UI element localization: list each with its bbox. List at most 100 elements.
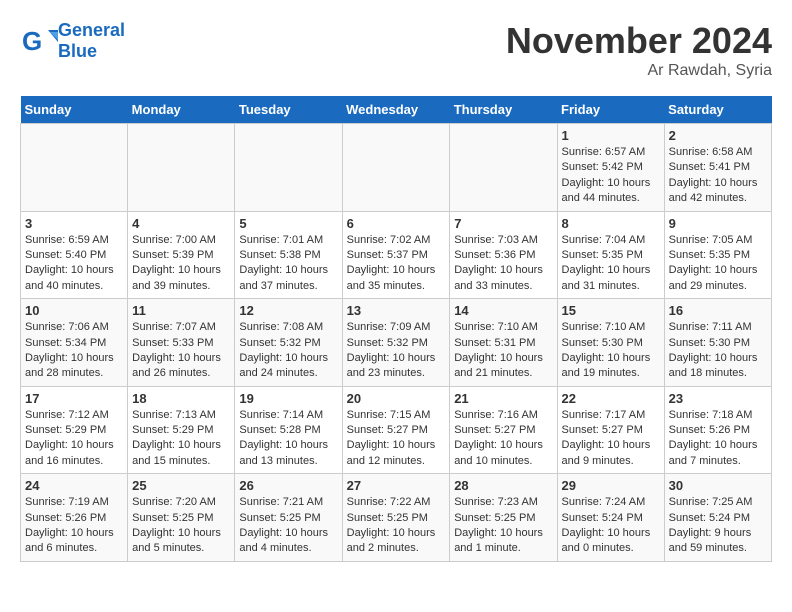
- calendar-cell: 10 Sunrise: 7:06 AM Sunset: 5:34 PM Dayli…: [21, 299, 128, 387]
- day-info: Sunrise: 7:11 AM Sunset: 5:30 PM Dayligh…: [669, 320, 767, 382]
- day-info: Sunrise: 7:12 AM Sunset: 5:29 PM Dayligh…: [25, 408, 123, 470]
- calendar-week-row: 17 Sunrise: 7:12 AM Sunset: 5:29 PM Dayli…: [21, 386, 772, 474]
- calendar-cell: 25 Sunrise: 7:20 AM Sunset: 5:25 PM Dayli…: [128, 474, 235, 562]
- title-block: November 2024 Ar Rawdah, Syria: [506, 20, 772, 80]
- weekday-header-wednesday: Wednesday: [342, 96, 450, 124]
- day-info: Sunrise: 7:06 AM Sunset: 5:34 PM Dayligh…: [25, 320, 123, 382]
- day-number: 26: [239, 478, 337, 493]
- calendar-cell: [128, 124, 235, 212]
- calendar-table: SundayMondayTuesdayWednesdayThursdayFrid…: [20, 96, 772, 562]
- day-number: 4: [132, 216, 230, 231]
- day-number: 8: [562, 216, 660, 231]
- day-info: Sunrise: 7:08 AM Sunset: 5:32 PM Dayligh…: [239, 320, 337, 382]
- day-number: 16: [669, 303, 767, 318]
- calendar-cell: [342, 124, 450, 212]
- day-number: 30: [669, 478, 767, 493]
- calendar-cell: [450, 124, 557, 212]
- calendar-week-row: 24Sunrise: 7:19 AM Sunset: 5:26 PM Dayli…: [21, 474, 772, 562]
- calendar-cell: 27 Sunrise: 7:22 AM Sunset: 5:25 PM Dayli…: [342, 474, 450, 562]
- calendar-cell: 22 Sunrise: 7:17 AM Sunset: 5:27 PM Dayli…: [557, 386, 664, 474]
- svg-text:G: G: [22, 26, 42, 56]
- day-info: Sunrise: 7:16 AM Sunset: 5:27 PM Dayligh…: [454, 408, 552, 470]
- day-number: 24: [25, 478, 123, 493]
- header-row: SundayMondayTuesdayWednesdayThursdayFrid…: [21, 96, 772, 124]
- calendar-cell: 4 Sunrise: 7:00 AM Sunset: 5:39 PM Daylig…: [128, 211, 235, 299]
- calendar-cell: 18 Sunrise: 7:13 AM Sunset: 5:29 PM Dayli…: [128, 386, 235, 474]
- day-info: Sunrise: 7:14 AM Sunset: 5:28 PM Dayligh…: [239, 408, 337, 470]
- calendar-cell: 23 Sunrise: 7:18 AM Sunset: 5:26 PM Dayli…: [664, 386, 771, 474]
- day-info: Sunrise: 7:23 AM Sunset: 5:25 PM Dayligh…: [454, 495, 552, 557]
- calendar-header: SundayMondayTuesdayWednesdayThursdayFrid…: [21, 96, 772, 124]
- calendar-cell: 8 Sunrise: 7:04 AM Sunset: 5:35 PM Daylig…: [557, 211, 664, 299]
- calendar-week-row: 3Sunrise: 6:59 AM Sunset: 5:40 PM Daylig…: [21, 211, 772, 299]
- day-number: 18: [132, 391, 230, 406]
- calendar-week-row: 10 Sunrise: 7:06 AM Sunset: 5:34 PM Dayli…: [21, 299, 772, 387]
- day-info: Sunrise: 7:07 AM Sunset: 5:33 PM Dayligh…: [132, 320, 230, 382]
- day-info: Sunrise: 7:10 AM Sunset: 5:30 PM Dayligh…: [562, 320, 660, 382]
- day-number: 17: [25, 391, 123, 406]
- calendar-cell: 19 Sunrise: 7:14 AM Sunset: 5:28 PM Dayli…: [235, 386, 342, 474]
- calendar-cell: 7Sunrise: 7:03 AM Sunset: 5:36 PM Daylig…: [450, 211, 557, 299]
- weekday-header-thursday: Thursday: [450, 96, 557, 124]
- weekday-header-monday: Monday: [128, 96, 235, 124]
- calendar-cell: [21, 124, 128, 212]
- calendar-cell: 17 Sunrise: 7:12 AM Sunset: 5:29 PM Dayli…: [21, 386, 128, 474]
- calendar-cell: 9Sunrise: 7:05 AM Sunset: 5:35 PM Daylig…: [664, 211, 771, 299]
- calendar-cell: 26Sunrise: 7:21 AM Sunset: 5:25 PM Dayli…: [235, 474, 342, 562]
- calendar-body: 1 Sunrise: 6:57 AM Sunset: 5:42 PM Daylig…: [21, 124, 772, 562]
- calendar-cell: 21 Sunrise: 7:16 AM Sunset: 5:27 PM Dayli…: [450, 386, 557, 474]
- day-number: 21: [454, 391, 552, 406]
- calendar-cell: 2Sunrise: 6:58 AM Sunset: 5:41 PM Daylig…: [664, 124, 771, 212]
- logo-text-blue: Blue: [58, 41, 125, 62]
- logo-icon: G: [20, 22, 58, 60]
- day-info: Sunrise: 7:17 AM Sunset: 5:27 PM Dayligh…: [562, 408, 660, 470]
- calendar-cell: 3Sunrise: 6:59 AM Sunset: 5:40 PM Daylig…: [21, 211, 128, 299]
- weekday-header-friday: Friday: [557, 96, 664, 124]
- calendar-cell: 11 Sunrise: 7:07 AM Sunset: 5:33 PM Dayli…: [128, 299, 235, 387]
- day-number: 12: [239, 303, 337, 318]
- day-info: Sunrise: 7:05 AM Sunset: 5:35 PM Dayligh…: [669, 233, 767, 295]
- day-number: 19: [239, 391, 337, 406]
- calendar-cell: 1 Sunrise: 6:57 AM Sunset: 5:42 PM Daylig…: [557, 124, 664, 212]
- weekday-header-tuesday: Tuesday: [235, 96, 342, 124]
- day-info: Sunrise: 7:13 AM Sunset: 5:29 PM Dayligh…: [132, 408, 230, 470]
- calendar-cell: 5Sunrise: 7:01 AM Sunset: 5:38 PM Daylig…: [235, 211, 342, 299]
- calendar-cell: 29Sunrise: 7:24 AM Sunset: 5:24 PM Dayli…: [557, 474, 664, 562]
- day-number: 29: [562, 478, 660, 493]
- day-info: Sunrise: 7:04 AM Sunset: 5:35 PM Dayligh…: [562, 233, 660, 295]
- day-number: 6: [347, 216, 446, 231]
- weekday-header-saturday: Saturday: [664, 96, 771, 124]
- calendar-cell: 6Sunrise: 7:02 AM Sunset: 5:37 PM Daylig…: [342, 211, 450, 299]
- calendar-cell: 12 Sunrise: 7:08 AM Sunset: 5:32 PM Dayli…: [235, 299, 342, 387]
- day-number: 10: [25, 303, 123, 318]
- calendar-cell: 20Sunrise: 7:15 AM Sunset: 5:27 PM Dayli…: [342, 386, 450, 474]
- day-info: Sunrise: 7:20 AM Sunset: 5:25 PM Dayligh…: [132, 495, 230, 557]
- day-info: Sunrise: 7:18 AM Sunset: 5:26 PM Dayligh…: [669, 408, 767, 470]
- page-header: G General Blue November 2024 Ar Rawdah, …: [20, 20, 772, 80]
- calendar-week-row: 1 Sunrise: 6:57 AM Sunset: 5:42 PM Daylig…: [21, 124, 772, 212]
- day-info: Sunrise: 7:00 AM Sunset: 5:39 PM Dayligh…: [132, 233, 230, 295]
- day-number: 11: [132, 303, 230, 318]
- day-info: Sunrise: 6:59 AM Sunset: 5:40 PM Dayligh…: [25, 233, 123, 295]
- day-number: 25: [132, 478, 230, 493]
- day-info: Sunrise: 7:01 AM Sunset: 5:38 PM Dayligh…: [239, 233, 337, 295]
- day-info: Sunrise: 6:57 AM Sunset: 5:42 PM Dayligh…: [562, 145, 660, 207]
- weekday-header-sunday: Sunday: [21, 96, 128, 124]
- day-info: Sunrise: 7:09 AM Sunset: 5:32 PM Dayligh…: [347, 320, 446, 382]
- calendar-cell: [235, 124, 342, 212]
- day-info: Sunrise: 7:10 AM Sunset: 5:31 PM Dayligh…: [454, 320, 552, 382]
- month-year-title: November 2024: [506, 20, 772, 62]
- calendar-cell: 14Sunrise: 7:10 AM Sunset: 5:31 PM Dayli…: [450, 299, 557, 387]
- day-info: Sunrise: 6:58 AM Sunset: 5:41 PM Dayligh…: [669, 145, 767, 207]
- day-number: 20: [347, 391, 446, 406]
- day-number: 23: [669, 391, 767, 406]
- day-number: 1: [562, 128, 660, 143]
- day-number: 27: [347, 478, 446, 493]
- calendar-cell: 16 Sunrise: 7:11 AM Sunset: 5:30 PM Dayli…: [664, 299, 771, 387]
- day-number: 13: [347, 303, 446, 318]
- calendar-cell: 30Sunrise: 7:25 AM Sunset: 5:24 PM Dayli…: [664, 474, 771, 562]
- day-number: 22: [562, 391, 660, 406]
- calendar-cell: 15Sunrise: 7:10 AM Sunset: 5:30 PM Dayli…: [557, 299, 664, 387]
- calendar-cell: 13 Sunrise: 7:09 AM Sunset: 5:32 PM Dayli…: [342, 299, 450, 387]
- day-info: Sunrise: 7:22 AM Sunset: 5:25 PM Dayligh…: [347, 495, 446, 557]
